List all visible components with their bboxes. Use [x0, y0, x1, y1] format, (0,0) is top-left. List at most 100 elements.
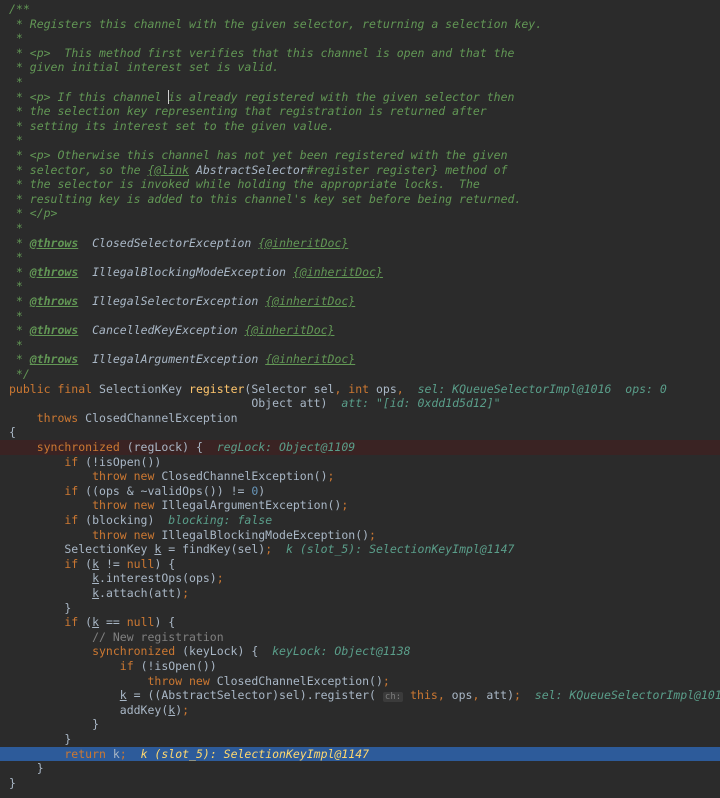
code-line[interactable]: * the selection key representing that re…: [0, 104, 720, 119]
code-token: *: [9, 221, 23, 235]
code-token: If this channel is already registered wi…: [50, 89, 515, 104]
code-token: throws: [9, 410, 86, 425]
code-line[interactable]: *: [0, 75, 720, 90]
code-line[interactable]: }: [0, 601, 720, 616]
code-line[interactable]: * the selector is invoked while holding …: [0, 177, 720, 192]
code-line[interactable]: }: [0, 732, 720, 747]
code-token: Object att): [9, 396, 342, 411]
code-line[interactable]: * @throws CancelledKeyException {@inheri…: [0, 323, 720, 338]
code-line[interactable]: throw new IllegalArgumentException();: [0, 498, 720, 513]
code-token: ClosedChannelException(): [161, 469, 328, 484]
code-token: *: [9, 31, 23, 46]
code-token: *: [9, 352, 30, 367]
code-token: ,: [334, 381, 349, 396]
code-token: #register register}: [306, 162, 439, 177]
code-line[interactable]: throw new ClosedChannelException();: [0, 469, 720, 484]
code-line[interactable]: * @throws IllegalSelectorException {@inh…: [0, 294, 720, 309]
code-token: @throws: [29, 323, 79, 338]
code-token: if: [9, 513, 86, 527]
code-line[interactable]: if (blocking) blocking: false: [0, 513, 720, 528]
code-line[interactable]: if (!isOpen()): [0, 659, 720, 674]
code-line[interactable]: Object att) att: "[id: 0xdd1d5d12]": [0, 396, 720, 411]
code-line[interactable]: * given initial interest set is valid.: [0, 60, 720, 75]
code-token: * setting its interest set to the given …: [9, 118, 335, 133]
code-token: *: [9, 294, 30, 308]
code-line[interactable]: // New registration: [0, 630, 720, 645]
code-token: *: [9, 148, 30, 162]
code-line[interactable]: *: [0, 279, 720, 294]
code-token: ;: [369, 527, 376, 542]
code-token: *: [9, 75, 23, 89]
code-line[interactable]: *: [0, 221, 720, 236]
code-token: (regLock) {: [126, 440, 217, 454]
code-line[interactable]: k = ((AbstractSelector)sel).register( ch…: [0, 688, 720, 703]
code-token: IllegalSelectorException: [92, 294, 259, 308]
code-line[interactable]: if (!isOpen()): [0, 455, 720, 470]
code-line[interactable]: * @throws ClosedSelectorException {@inhe…: [0, 236, 720, 251]
code-token: {@inheritDoc}: [265, 294, 356, 308]
code-token: (Selector sel: [244, 381, 335, 396]
code-token: if: [9, 454, 86, 469]
code-token: ,: [437, 688, 452, 703]
code-line[interactable]: * resulting key is added to this channel…: [0, 192, 720, 207]
code-token: *: [9, 133, 23, 148]
code-line[interactable]: * <p> Otherwise this channel has not yet…: [0, 148, 720, 163]
code-line[interactable]: * @throws IllegalArgumentException {@inh…: [0, 352, 720, 367]
code-token: ;: [216, 571, 224, 586]
code-line[interactable]: {: [0, 425, 720, 440]
code-token: ;: [514, 688, 535, 703]
code-line[interactable]: throws ClosedChannelException: [0, 411, 720, 426]
code-line[interactable]: * </p>: [0, 206, 720, 221]
code-token: if: [9, 659, 141, 673]
debug-value-hint: blocking: false: [168, 513, 273, 527]
code-line[interactable]: * @throws IllegalBlockingModeException {…: [0, 265, 720, 280]
code-token: </p>: [29, 206, 58, 221]
code-line[interactable]: }: [0, 717, 720, 732]
code-line[interactable]: *: [0, 309, 720, 324]
code-token: *: [9, 323, 30, 338]
code-line[interactable]: */: [0, 367, 720, 382]
code-line[interactable]: *: [0, 338, 720, 353]
code-line[interactable]: *: [0, 133, 720, 148]
code-line[interactable]: synchronized (keyLock) { keyLock: Object…: [0, 644, 720, 659]
code-line[interactable]: /**: [0, 2, 720, 17]
code-line[interactable]: * selector, so the {@link AbstractSelect…: [0, 163, 720, 178]
code-line[interactable]: }: [0, 761, 720, 776]
code-line[interactable]: public final SelectionKey register(Selec…: [0, 382, 720, 397]
code-token: this: [410, 688, 438, 703]
code-line[interactable]: k.attach(att);: [0, 586, 720, 601]
current-execution-line[interactable]: return k; k (slot_5): SelectionKeyImpl@1…: [0, 746, 720, 762]
code-token: */: [9, 367, 30, 381]
debug-value-hint: regLock: Object@1109: [216, 440, 356, 454]
code-line[interactable]: throw new IllegalBlockingModeException()…: [0, 528, 720, 543]
code-line[interactable]: * Registers this channel with the given …: [0, 17, 720, 32]
code-line[interactable]: if ((ops & ~validOps()) != 0): [0, 484, 720, 499]
code-token: throw new: [9, 469, 162, 484]
code-line[interactable]: k.interestOps(ops);: [0, 571, 720, 586]
code-editor[interactable]: /** * Registers this channel with the gi…: [0, 0, 720, 798]
code-line[interactable]: *: [0, 250, 720, 265]
code-line[interactable]: addKey(k);: [0, 703, 720, 718]
code-line[interactable]: if (k == null) {: [0, 615, 720, 630]
code-token: (!isOpen()): [85, 454, 162, 469]
code-line[interactable]: * <p> If this channel is already registe…: [0, 90, 720, 105]
code-line[interactable]: *: [0, 31, 720, 46]
code-token: int: [348, 381, 376, 396]
code-token: if: [9, 556, 86, 571]
code-token: return: [9, 746, 113, 761]
code-token: @throws: [29, 235, 79, 250]
code-token: .attach(att): [99, 586, 183, 600]
code-line[interactable]: }: [0, 776, 720, 791]
code-line[interactable]: if (k != null) {: [0, 557, 720, 572]
code-line[interactable]: throw new ClosedChannelException();: [0, 674, 720, 689]
code-token: SelectionKey: [9, 542, 155, 557]
code-line[interactable]: * setting its interest set to the given …: [0, 119, 720, 134]
debug-value-hint: sel: KQueueSelectorImpl@1016 ops: 0: [417, 381, 667, 396]
code-line[interactable]: * <p> This method first verifies that th…: [0, 46, 720, 61]
code-line[interactable]: SelectionKey k = findKey(sel); k (slot_5…: [0, 542, 720, 557]
code-line[interactable]: synchronized (regLock) { regLock: Object…: [0, 440, 720, 455]
